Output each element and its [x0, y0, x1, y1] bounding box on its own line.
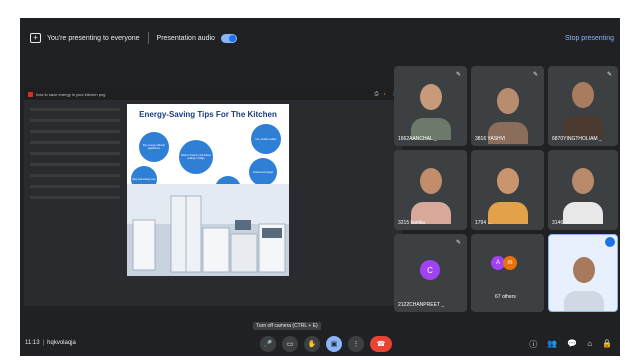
- presentation-audio-label: Presentation audio: [156, 34, 215, 42]
- meet-window: + You're presenting to everyone Presenta…: [20, 18, 620, 356]
- participant-video: [497, 168, 519, 194]
- more-options-icon[interactable]: [605, 237, 615, 247]
- tip-bubble: Wait for food to cool before putting in …: [179, 140, 213, 174]
- camera-button[interactable]: ▭: [282, 336, 298, 352]
- mic-off-icon: ✎: [606, 72, 612, 78]
- others-count: 67 others: [495, 294, 516, 300]
- print-icon: ⎙: [374, 91, 379, 97]
- participant-avatar: m: [503, 256, 517, 270]
- present-button[interactable]: ▣: [326, 336, 342, 352]
- stop-presenting-button[interactable]: Stop presenting: [565, 35, 614, 42]
- participant-tile[interactable]: 1794 ...: [471, 150, 544, 230]
- mic-off-icon: ✎: [455, 72, 461, 78]
- more-options-button[interactable]: ⋮: [348, 336, 364, 352]
- presenting-text: You're presenting to everyone: [47, 34, 140, 42]
- participant-tile[interactable]: 3146 ...: [548, 150, 618, 230]
- divider: [147, 32, 149, 44]
- lock-icon[interactable]: 🔒: [602, 339, 612, 350]
- camera-tooltip: Turn off camera (CTRL + E): [253, 322, 321, 330]
- participant-video: [497, 88, 519, 114]
- mic-button[interactable]: 🎤: [260, 336, 276, 352]
- download-icon: ↓: [383, 91, 387, 97]
- shared-tab-bar: how to save energy in your kitchen png ⎙…: [24, 88, 402, 100]
- participant-name: 1794 ...: [475, 220, 492, 226]
- participant-name: 3816 YASHVI: [475, 136, 506, 142]
- shared-tab-title: how to save energy in your kitchen png: [36, 91, 106, 97]
- self-video: [573, 257, 595, 283]
- meeting-code: hqkvolaqja: [47, 340, 76, 346]
- call-controls: 🎤 ▭ ✋ ▣ ⋮ ☎: [260, 336, 392, 352]
- kitchen-drawing: [127, 195, 289, 276]
- participant-name: 3215 kanika: [398, 220, 425, 226]
- mic-off-icon: ✎: [532, 72, 538, 78]
- people-icon[interactable]: 👥: [547, 339, 557, 350]
- shared-background-rows: [30, 108, 120, 207]
- participant-video: [420, 84, 442, 110]
- meeting-info: 11:13 | hqkvolaqja: [25, 340, 76, 346]
- tip-bubble: Buy energy efficient appliances: [139, 132, 169, 162]
- clock-time: 11:13: [25, 340, 40, 346]
- tab-favicon-icon: [28, 91, 33, 97]
- raise-hand-button[interactable]: ✋: [304, 336, 320, 352]
- participant-name: 3146 ...: [552, 220, 569, 226]
- side-panel-tools: ⓘ 👥 💬 ⌂ 🔒: [529, 339, 612, 350]
- participant-tile[interactable]: ✎ 6870YINGTHOLIAM _: [548, 66, 618, 146]
- participant-video: [420, 168, 442, 194]
- kitchen-infographic: Energy-Saving Tips For The Kitchen Buy e…: [127, 104, 289, 276]
- mic-off-icon: ✎: [455, 240, 461, 246]
- participant-video: [572, 82, 594, 108]
- tip-bubble: Use smaller kettles: [251, 124, 281, 154]
- bottom-bar: 11:13 | hqkvolaqja Turn off camera (CTRL +…: [20, 322, 620, 356]
- presentation-audio-toggle[interactable]: [220, 33, 237, 43]
- others-tile[interactable]: A m 67 others: [471, 234, 544, 312]
- presenting-banner: + You're presenting to everyone Presenta…: [20, 26, 620, 50]
- activities-icon[interactable]: ⌂: [587, 339, 592, 350]
- shared-screen: how to save energy in your kitchen png ⎙…: [24, 88, 402, 306]
- leave-call-button[interactable]: ☎: [370, 336, 392, 352]
- participant-name: 6870YINGTHOLIAM _: [552, 136, 602, 142]
- info-icon[interactable]: ⓘ: [529, 339, 537, 350]
- infographic-title: Energy-Saving Tips For The Kitchen: [139, 110, 277, 119]
- present-screen-icon: +: [30, 33, 41, 43]
- participant-name: 1662AANCHAL _: [398, 136, 437, 142]
- participant-video: [572, 168, 594, 194]
- chat-icon[interactable]: 💬: [567, 339, 577, 350]
- kitchen-illustration: [127, 184, 289, 276]
- participant-tile[interactable]: ✎ 3816 YASHVI: [471, 66, 544, 146]
- participant-avatar: C: [420, 260, 440, 280]
- participant-name: 2122CHANPREET _: [398, 302, 445, 308]
- participant-tile[interactable]: 3215 kanika: [394, 150, 467, 230]
- participant-tile[interactable]: C ✎ 2122CHANPREET _: [394, 234, 467, 312]
- participant-tile[interactable]: ✎ 1662AANCHAL _: [394, 66, 467, 146]
- self-view-tile[interactable]: [548, 234, 618, 312]
- tip-bubble: Install smart plugs: [249, 158, 277, 186]
